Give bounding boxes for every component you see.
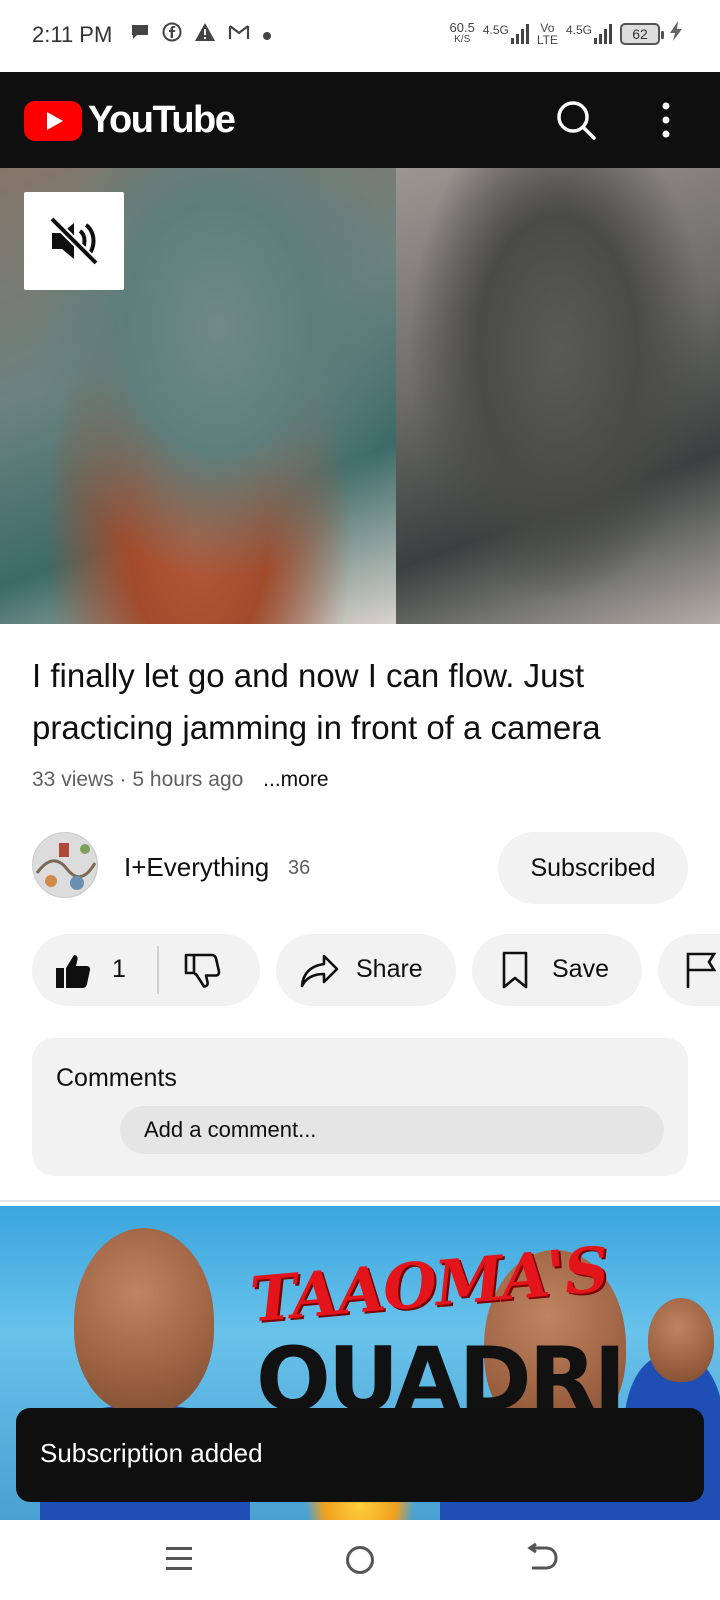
- channel-name[interactable]: I+Everything: [124, 852, 269, 883]
- chat-bubble-icon: [130, 23, 150, 47]
- youtube-logo[interactable]: YouTube: [24, 99, 236, 142]
- search-icon[interactable]: [552, 96, 600, 144]
- brand-name: YouTube: [88, 99, 236, 141]
- subscribed-button[interactable]: Subscribed: [498, 832, 688, 904]
- comments-section[interactable]: Comments: [32, 1038, 688, 1176]
- save-button[interactable]: Save: [472, 934, 642, 1006]
- report-button[interactable]: [658, 934, 720, 1006]
- action-row: 1 Share Save: [32, 934, 720, 1006]
- channel-row: I+Everything 36 Subscribed: [32, 832, 688, 904]
- video-title[interactable]: I finally let go and now I can flow. Jus…: [32, 650, 692, 754]
- net-speed: 60.5 K/S: [449, 19, 475, 45]
- system-nav-bar: [0, 1520, 720, 1600]
- like-count: 1: [112, 955, 126, 983]
- gmail-icon: [228, 23, 250, 47]
- system-status-icons: 60.5 K/S 4.5G Vo LTE 4.5G 62: [450, 20, 684, 47]
- notification-icons: [130, 22, 272, 48]
- view-count: 33 views: [32, 768, 114, 791]
- alert-icon: [194, 22, 216, 48]
- comments-title: Comments: [56, 1064, 177, 1092]
- subscriber-count: 36: [288, 857, 311, 879]
- back-icon[interactable]: [524, 1542, 560, 1576]
- snackbar-toast: Subscription added: [16, 1408, 704, 1502]
- unmute-button[interactable]: [24, 192, 124, 290]
- thumbs-up-icon[interactable]: [54, 952, 92, 990]
- dot-icon: [262, 24, 272, 47]
- more-link[interactable]: ...more: [263, 768, 328, 791]
- upload-age: 5 hours ago: [132, 768, 244, 791]
- thumbs-down-icon[interactable]: [184, 952, 222, 990]
- charging-icon: [668, 20, 684, 47]
- volte-indicator: Vo LTE: [536, 20, 558, 47]
- add-comment-input[interactable]: [120, 1106, 664, 1154]
- youtube-play-logo-icon: [24, 100, 82, 141]
- signal-1: 4.5G: [483, 23, 529, 44]
- share-label: Share: [356, 955, 423, 983]
- share-button[interactable]: Share: [276, 934, 456, 1006]
- bookmark-icon: [496, 950, 536, 990]
- battery-indicator: 62: [620, 22, 664, 45]
- video-meta[interactable]: 33 views · 5 hours ago ...more: [32, 768, 329, 792]
- section-divider: [0, 1200, 720, 1202]
- video-frame-right: [396, 168, 720, 624]
- toast-message: Subscription added: [40, 1438, 263, 1468]
- app-header: YouTube: [0, 72, 720, 168]
- status-time: 2:11 PM: [32, 22, 113, 47]
- thumb-figure: [648, 1298, 714, 1382]
- menu-icon[interactable]: [164, 1544, 196, 1574]
- video-player[interactable]: [0, 168, 720, 624]
- like-divider: [157, 946, 159, 994]
- save-label: Save: [552, 955, 609, 983]
- signal-2: 4.5G: [566, 23, 612, 44]
- more-vert-icon[interactable]: [654, 96, 678, 144]
- share-icon: [300, 950, 340, 990]
- flag-icon: [682, 950, 720, 990]
- facebook-icon: [162, 22, 182, 48]
- status-bar: 2:11 PM 60.5 K/S 4.5G Vo LTE 4.5G 62: [0, 0, 720, 72]
- meta-separator: ·: [119, 768, 127, 791]
- home-icon[interactable]: [346, 1546, 374, 1574]
- thumb-figure: [74, 1228, 214, 1414]
- signal-bars-icon: [510, 23, 529, 44]
- signal-bars-icon: [594, 23, 612, 44]
- like-dislike-pill: 1: [32, 934, 260, 1006]
- avatar-art-icon: [33, 833, 97, 897]
- volume-off-icon: [49, 216, 99, 266]
- channel-avatar[interactable]: [32, 832, 98, 898]
